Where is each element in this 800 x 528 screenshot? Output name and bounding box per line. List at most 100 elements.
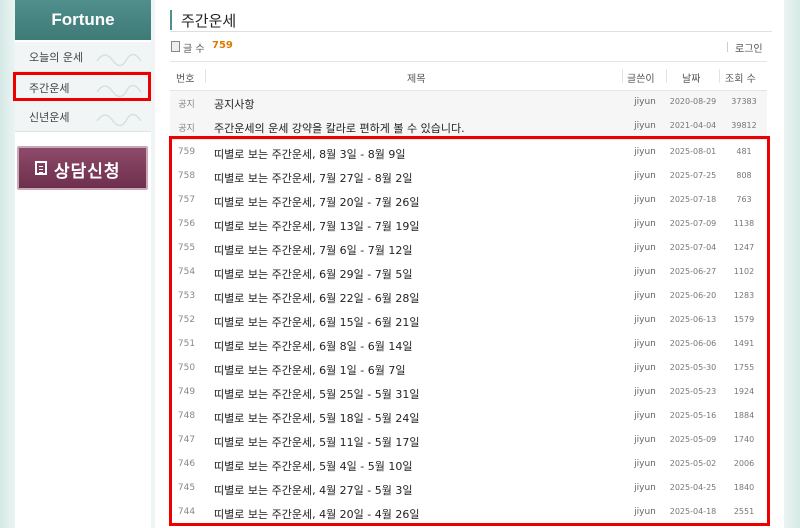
post-title-link[interactable]: 띠별로 보는 주간운세, 8월 3일 - 8월 9일 — [214, 146, 406, 162]
post-writer: jiyun — [634, 483, 656, 493]
post-title-link[interactable]: 띠별로 보는 주간운세, 5월 18일 - 5월 24일 — [214, 410, 420, 426]
post-views: 1924 — [733, 387, 755, 396]
post-title-link[interactable]: 띠별로 보는 주간운세, 6월 29일 - 7월 5일 — [214, 266, 413, 282]
post-date: 2025-07-09 — [669, 219, 717, 228]
table-row[interactable]: 755 띠별로 보는 주간운세, 7월 6일 - 7월 12일 jiyun 2025-… — [170, 237, 767, 262]
table-row[interactable]: 753 띠별로 보는 주간운세, 6월 22일 - 6월 28일 jiyun 2025… — [170, 285, 767, 310]
table-row[interactable]: 751 띠별로 보는 주간운세, 6월 8일 - 6월 14일 jiyun 2025-… — [170, 333, 767, 358]
table-row[interactable]: 756 띠별로 보는 주간운세, 7월 13일 - 7월 19일 jiyun 2025… — [170, 213, 767, 238]
post-views: 2551 — [733, 507, 755, 516]
post-number: 753 — [177, 291, 196, 301]
post-writer: jiyun — [634, 435, 656, 445]
post-date: 2025-06-27 — [669, 267, 717, 276]
post-number: 공지 — [178, 100, 195, 110]
post-number: 747 — [177, 435, 196, 445]
document-icon — [35, 161, 47, 175]
table-row[interactable]: 750 띠별로 보는 주간운세, 6월 1일 - 6월 7일 jiyun 2025-0… — [170, 357, 767, 382]
post-title-link[interactable]: 띠별로 보는 주간운세, 6월 15일 - 6월 21일 — [214, 314, 420, 330]
sidebar-header-title: Fortune — [51, 10, 115, 29]
list-icon — [171, 41, 180, 52]
post-title-link[interactable]: 띠별로 보는 주간운세, 7월 27일 - 8월 2일 — [214, 170, 413, 186]
post-title-link[interactable]: 띠별로 보는 주간운세, 4월 20일 - 4월 26일 — [214, 506, 420, 522]
table-row[interactable]: 754 띠별로 보는 주간운세, 6월 29일 - 7월 5일 jiyun 2025-… — [170, 261, 767, 286]
post-views: 1579 — [733, 315, 755, 324]
column-header-date: 날짜 — [682, 74, 701, 85]
swirl-ornament-icon — [96, 53, 142, 67]
sidebar-selection-highlight — [13, 72, 151, 101]
consult-button-label: 상담신청 — [54, 162, 121, 182]
post-number: 748 — [177, 411, 196, 421]
post-views: 1247 — [733, 243, 755, 252]
post-writer: jiyun — [634, 387, 656, 397]
post-views: 2006 — [733, 459, 755, 468]
post-number: 751 — [177, 339, 196, 349]
table-row[interactable]: 744 띠별로 보는 주간운세, 4월 20일 - 4월 26일 jiyun 2025… — [170, 501, 767, 526]
post-number: 754 — [177, 267, 196, 277]
divider — [727, 42, 728, 52]
table-row[interactable]: 748 띠별로 보는 주간운세, 5월 18일 - 5월 24일 jiyun 2025… — [170, 405, 767, 430]
post-date: 2025-04-18 — [669, 507, 717, 516]
post-date: 2025-06-13 — [669, 315, 717, 324]
post-writer: jiyun — [634, 291, 656, 301]
post-number: 749 — [177, 387, 196, 397]
post-date: 2025-05-23 — [669, 387, 717, 396]
table-row[interactable]: 757 띠별로 보는 주간운세, 7월 20일 - 7월 26일 jiyun 2025… — [170, 189, 767, 214]
page-background-right — [784, 0, 800, 528]
table-row[interactable]: 752 띠별로 보는 주간운세, 6월 15일 - 6월 21일 jiyun 2025… — [170, 309, 767, 334]
page-title: 주간운세 — [181, 12, 237, 30]
table-row[interactable]: 746 띠별로 보는 주간운세, 5월 4일 - 5월 10일 jiyun 2025-… — [170, 453, 767, 478]
sidebar-item-newyear-fortune[interactable]: 신년운세 — [15, 102, 151, 132]
post-number: 757 — [177, 195, 196, 205]
post-title-link[interactable]: 공지사항 — [214, 96, 254, 112]
sidebar-item-daily-fortune[interactable]: 오늘의 운세 — [15, 42, 151, 72]
notice-row[interactable]: 공지 주간운세의 운세 강약을 칼라로 편하게 볼 수 있습니다. jiyun … — [170, 115, 767, 140]
post-title-link[interactable]: 띠별로 보는 주간운세, 7월 6일 - 7월 12일 — [214, 242, 413, 258]
post-date: 2025-07-25 — [669, 171, 717, 180]
post-title-link[interactable]: 띠별로 보는 주간운세, 5월 11일 - 5월 17일 — [214, 434, 420, 450]
post-number: 745 — [177, 483, 196, 493]
post-title-link[interactable]: 띠별로 보는 주간운세, 5월 25일 - 5월 31일 — [214, 386, 420, 402]
post-title-link[interactable]: 주간운세의 운세 강약을 칼라로 편하게 볼 수 있습니다. — [214, 120, 465, 136]
divider — [622, 69, 623, 83]
post-date: 2025-05-16 — [669, 411, 717, 420]
post-views: 1138 — [733, 219, 755, 228]
consult-request-button[interactable]: 상담신청 — [17, 146, 148, 190]
post-date: 2025-06-06 — [669, 339, 717, 348]
post-title-link[interactable]: 띠별로 보는 주간운세, 7월 13일 - 7월 19일 — [214, 218, 420, 234]
login-link[interactable]: 로그인 — [735, 40, 763, 55]
post-count-label: 글 수 — [183, 44, 205, 55]
post-writer: jiyun — [634, 171, 656, 181]
post-title-link[interactable]: 띠별로 보는 주간운세, 7월 20일 - 7월 26일 — [214, 194, 420, 210]
post-title-link[interactable]: 띠별로 보는 주간운세, 6월 22일 - 6월 28일 — [214, 290, 420, 306]
post-writer: jiyun — [634, 459, 656, 469]
post-date: 2020-08-29 — [669, 97, 717, 106]
post-title-link[interactable]: 띠별로 보는 주간운세, 5월 4일 - 5월 10일 — [214, 458, 413, 474]
title-accent-bar — [170, 10, 172, 30]
table-row[interactable]: 749 띠별로 보는 주간운세, 5월 25일 - 5월 31일 jiyun 2025… — [170, 381, 767, 406]
post-count: 759 — [212, 40, 233, 51]
sidebar-item-label: 오늘의 운세 — [29, 51, 84, 64]
post-views: 1740 — [733, 435, 755, 444]
post-writer: jiyun — [634, 243, 656, 253]
post-writer: jiyun — [634, 363, 656, 373]
post-title-link[interactable]: 띠별로 보는 주간운세, 6월 8일 - 6월 14일 — [214, 338, 413, 354]
post-number: 공지 — [178, 124, 195, 134]
table-row[interactable]: 747 띠별로 보는 주간운세, 5월 11일 - 5월 17일 jiyun 2025… — [170, 429, 767, 454]
post-number: 752 — [177, 315, 196, 325]
notice-row[interactable]: 공지 공지사항 jiyun 2020-08-29 37383 — [170, 91, 767, 116]
post-date: 2025-07-18 — [669, 195, 717, 204]
sidebar-header: Fortune — [15, 0, 151, 40]
table-row[interactable]: 745 띠별로 보는 주간운세, 4월 27일 - 5월 3일 jiyun 2025-… — [170, 477, 767, 502]
table-row[interactable]: 759 띠별로 보는 주간운세, 8월 3일 - 8월 9일 jiyun 2025-0… — [170, 141, 767, 166]
table-row[interactable]: 758 띠별로 보는 주간운세, 7월 27일 - 8월 2일 jiyun 2025-… — [170, 165, 767, 190]
post-date: 2025-08-01 — [669, 147, 717, 156]
post-number: 759 — [177, 147, 196, 157]
table-header: 번호 제목 글쓴이 날짜 조회 수 — [170, 61, 767, 91]
post-writer: jiyun — [634, 219, 656, 229]
post-number: 758 — [177, 171, 196, 181]
post-views: 1491 — [733, 339, 755, 348]
post-writer: jiyun — [634, 507, 656, 517]
post-title-link[interactable]: 띠별로 보는 주간운세, 6월 1일 - 6월 7일 — [214, 362, 406, 378]
post-title-link[interactable]: 띠별로 보는 주간운세, 4월 27일 - 5월 3일 — [214, 482, 413, 498]
post-views: 39812 — [731, 121, 757, 130]
